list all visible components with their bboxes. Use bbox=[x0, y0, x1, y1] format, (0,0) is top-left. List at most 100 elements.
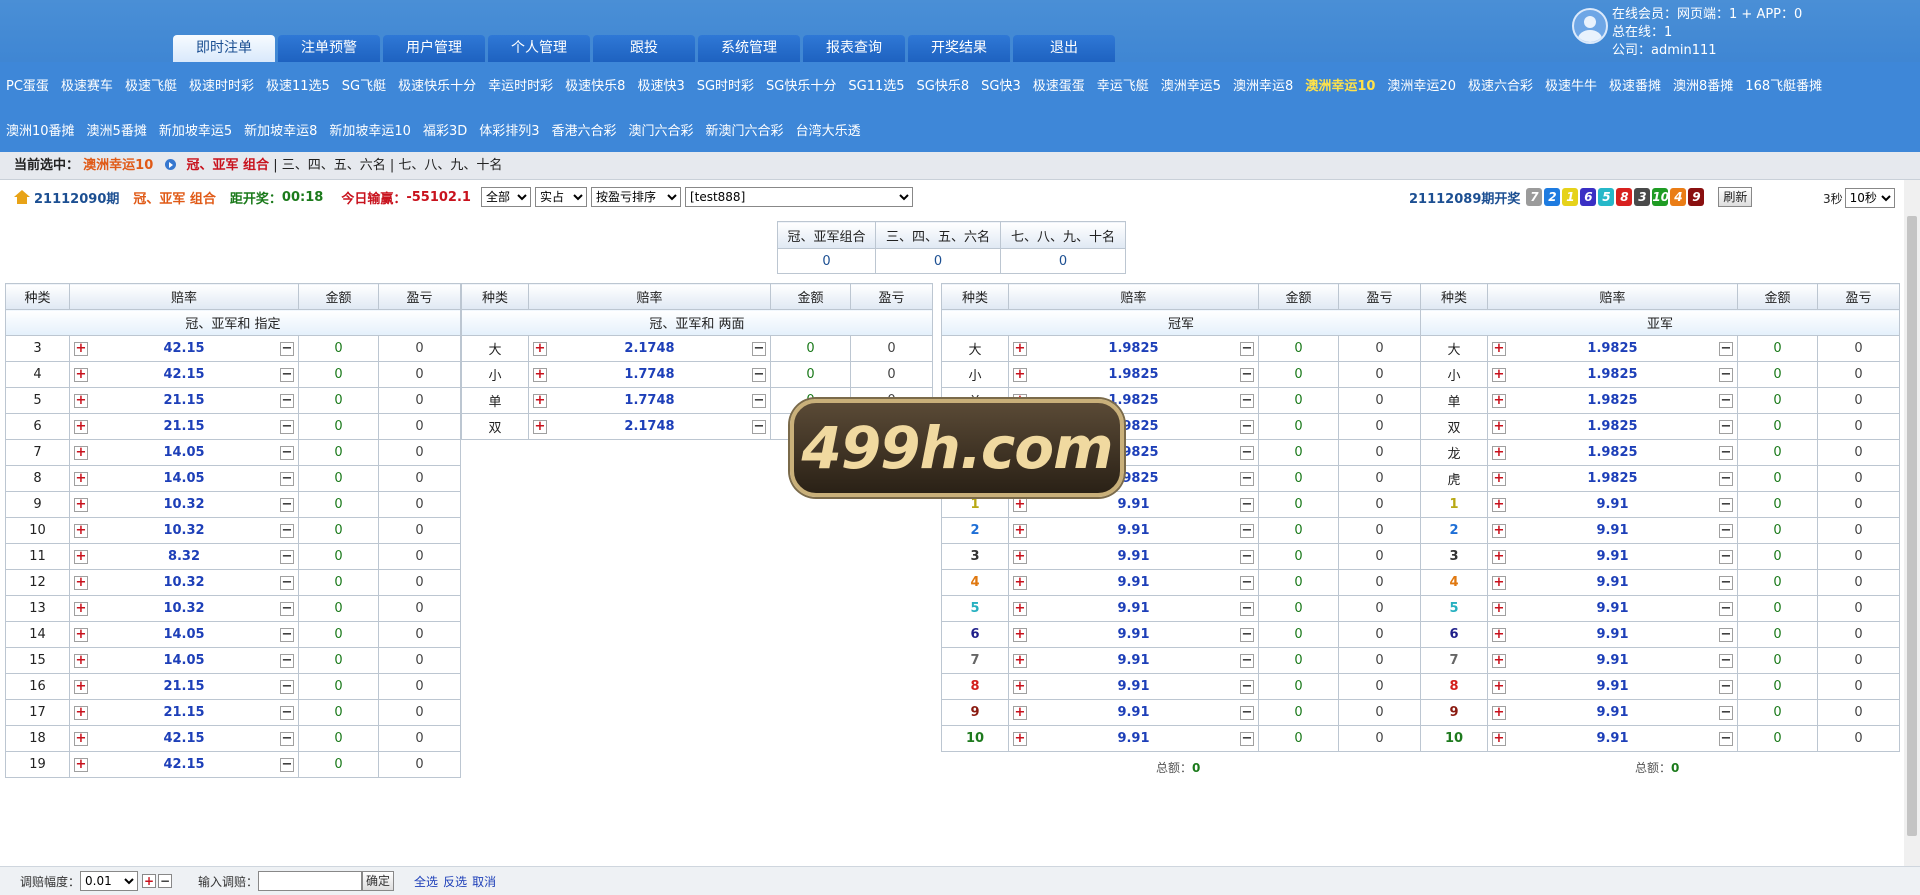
odds-value[interactable]: 21.15 bbox=[163, 705, 204, 720]
decrease-odds-icon[interactable]: − bbox=[1719, 342, 1733, 356]
odds-value[interactable]: 2.1748 bbox=[624, 341, 674, 356]
odds-value[interactable]: 9.91 bbox=[1117, 497, 1149, 512]
increase-odds-icon[interactable]: + bbox=[1013, 368, 1027, 382]
decrease-odds-icon[interactable]: − bbox=[280, 758, 294, 772]
game-link[interactable]: 极速番摊 bbox=[1609, 75, 1661, 94]
increase-odds-icon[interactable]: + bbox=[74, 342, 88, 356]
game-link[interactable]: 新加坡幸运5 bbox=[159, 120, 232, 139]
cancel-link[interactable]: 取消 bbox=[472, 873, 496, 890]
increase-odds-icon[interactable]: + bbox=[74, 602, 88, 616]
decrease-odds-icon[interactable]: − bbox=[1719, 706, 1733, 720]
decrease-odds-icon[interactable]: − bbox=[1719, 576, 1733, 590]
increase-odds-icon[interactable]: + bbox=[1013, 654, 1027, 668]
user-select[interactable]: [test888] bbox=[684, 187, 913, 207]
decrease-odds-icon[interactable]: − bbox=[1719, 394, 1733, 408]
decrease-odds-icon[interactable]: − bbox=[1240, 550, 1254, 564]
game-link[interactable]: 极速六合彩 bbox=[1468, 75, 1533, 94]
game-link[interactable]: SG快乐8 bbox=[917, 75, 970, 94]
scrollbar-thumb[interactable] bbox=[1907, 216, 1917, 836]
confirm-button[interactable]: 确定 bbox=[362, 871, 395, 891]
increase-odds-icon[interactable]: + bbox=[1013, 680, 1027, 694]
increase-odds-icon[interactable]: + bbox=[533, 420, 547, 434]
selected-play-type[interactable]: 冠、亚军 组合 bbox=[187, 158, 270, 173]
decrease-odds-icon[interactable]: − bbox=[280, 628, 294, 642]
game-link[interactable]: SG飞艇 bbox=[342, 75, 386, 94]
tab-7[interactable]: 开奖结果 bbox=[908, 35, 1010, 62]
increase-odds-icon[interactable]: + bbox=[74, 732, 88, 746]
increase-odds-icon[interactable]: + bbox=[533, 368, 547, 382]
odds-value[interactable]: 9.91 bbox=[1596, 601, 1628, 616]
decrease-odds-icon[interactable]: − bbox=[1719, 602, 1733, 616]
increase-odds-icon[interactable]: + bbox=[74, 472, 88, 486]
increase-odds-icon[interactable]: + bbox=[1013, 498, 1027, 512]
decrease-odds-icon[interactable]: − bbox=[1240, 602, 1254, 616]
decrease-odds-icon[interactable]: − bbox=[1240, 576, 1254, 590]
odds-value[interactable]: 21.15 bbox=[163, 393, 204, 408]
game-link[interactable]: 极速牛牛 bbox=[1545, 75, 1597, 94]
increase-odds-icon[interactable]: + bbox=[74, 446, 88, 460]
decrease-odds-icon[interactable]: − bbox=[280, 524, 294, 538]
increase-odds-icon[interactable]: + bbox=[1013, 342, 1027, 356]
decrease-odds-icon[interactable]: − bbox=[1719, 446, 1733, 460]
game-link[interactable]: 新澳门六合彩 bbox=[706, 120, 784, 139]
filter-all-select[interactable]: 全部 bbox=[480, 187, 531, 207]
game-link[interactable]: 极速赛车 bbox=[61, 75, 113, 94]
odds-value[interactable]: 9.91 bbox=[1596, 497, 1628, 512]
decrease-odds-icon[interactable]: − bbox=[280, 498, 294, 512]
odds-value[interactable]: 2.1748 bbox=[624, 419, 674, 434]
decrease-odds-icon[interactable]: − bbox=[280, 732, 294, 746]
increase-odds-icon[interactable]: + bbox=[1492, 394, 1506, 408]
odds-value[interactable]: 9.91 bbox=[1596, 653, 1628, 668]
increase-odds-icon[interactable]: + bbox=[1492, 706, 1506, 720]
decrease-odds-icon[interactable]: − bbox=[280, 680, 294, 694]
tab-6[interactable]: 报表查询 bbox=[803, 35, 905, 62]
odds-value[interactable]: 9.91 bbox=[1117, 575, 1149, 590]
other-play-types[interactable]: | 三、四、五、六名 | 七、八、九、十名 bbox=[273, 158, 502, 173]
odds-value[interactable]: 1.7748 bbox=[624, 393, 674, 408]
game-link[interactable]: 台湾大乐透 bbox=[796, 120, 861, 139]
decrease-odds-icon[interactable]: − bbox=[280, 602, 294, 616]
game-link[interactable]: 新加坡幸运10 bbox=[329, 120, 411, 139]
increase-odds-icon[interactable]: + bbox=[1492, 680, 1506, 694]
tab-8[interactable]: 退出 bbox=[1013, 35, 1115, 62]
game-link[interactable]: 澳洲幸运5 bbox=[1161, 75, 1221, 94]
game-link[interactable]: 澳洲8番摊 bbox=[1673, 75, 1733, 94]
increase-odds-icon[interactable]: + bbox=[1492, 368, 1506, 382]
invert-selection-link[interactable]: 反选 bbox=[443, 873, 467, 890]
odds-value[interactable]: 9.91 bbox=[1596, 575, 1628, 590]
game-link[interactable]: 幸运飞艇 bbox=[1097, 75, 1149, 94]
game-link[interactable]: 极速飞艇 bbox=[125, 75, 177, 94]
decrease-odds-icon[interactable]: − bbox=[1240, 394, 1254, 408]
odds-value[interactable]: 9.91 bbox=[1596, 549, 1628, 564]
game-link[interactable]: 澳洲幸运10 bbox=[1305, 75, 1375, 94]
odds-value[interactable]: 14.05 bbox=[163, 653, 204, 668]
odds-value[interactable]: 8.32 bbox=[168, 549, 200, 564]
odds-value[interactable]: 9.91 bbox=[1596, 523, 1628, 538]
decrease-odds-icon[interactable]: − bbox=[1240, 446, 1254, 460]
increase-odds-icon[interactable]: + bbox=[1492, 732, 1506, 746]
refresh-button[interactable]: 刷新 bbox=[1718, 187, 1753, 207]
odds-value[interactable]: 9.91 bbox=[1117, 653, 1149, 668]
decrease-icon[interactable]: − bbox=[158, 874, 173, 888]
odds-value[interactable]: 1.9825 bbox=[1108, 367, 1158, 382]
odds-value[interactable]: 9.91 bbox=[1596, 627, 1628, 642]
game-link[interactable]: 体彩排列3 bbox=[479, 120, 539, 139]
odds-value[interactable]: 1.7748 bbox=[624, 367, 674, 382]
increase-odds-icon[interactable]: + bbox=[74, 628, 88, 642]
decrease-odds-icon[interactable]: − bbox=[1719, 680, 1733, 694]
odds-value[interactable]: 1.9825 bbox=[1587, 471, 1637, 486]
tab-4[interactable]: 跟投 bbox=[593, 35, 695, 62]
vertical-scrollbar[interactable] bbox=[1904, 180, 1920, 866]
odds-value[interactable]: 9.91 bbox=[1117, 601, 1149, 616]
decrease-odds-icon[interactable]: − bbox=[280, 394, 294, 408]
game-link[interactable]: SG11选5 bbox=[848, 75, 904, 94]
game-link[interactable]: 福彩3D bbox=[423, 120, 467, 139]
increase-odds-icon[interactable]: + bbox=[74, 758, 88, 772]
decrease-odds-icon[interactable]: − bbox=[1719, 732, 1733, 746]
game-link[interactable]: 澳洲10番摊 bbox=[6, 120, 75, 139]
increase-odds-icon[interactable]: + bbox=[533, 394, 547, 408]
game-link[interactable]: 澳洲幸运8 bbox=[1233, 75, 1293, 94]
increase-odds-icon[interactable]: + bbox=[74, 420, 88, 434]
game-link[interactable]: 极速时时彩 bbox=[189, 75, 254, 94]
increase-icon[interactable]: + bbox=[142, 874, 157, 888]
